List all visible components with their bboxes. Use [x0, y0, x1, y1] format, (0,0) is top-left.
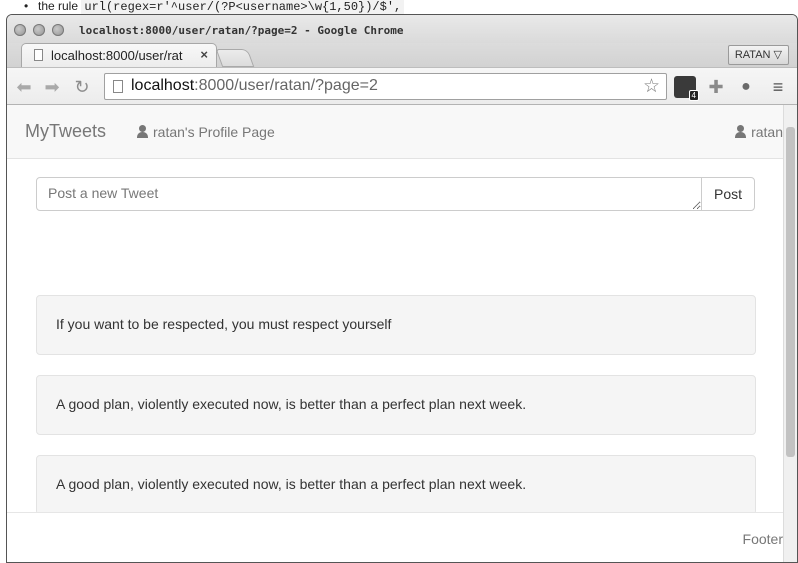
profile-page-link[interactable]: ratan's Profile Page	[137, 124, 275, 140]
app-navbar: MyTweets ratan's Profile Page ratan	[7, 105, 783, 159]
address-bar[interactable]: localhost:8000/user/ratan/?page=2 ☆	[104, 73, 667, 100]
browser-window: localhost:8000/user/ratan/?page=2 - Goog…	[6, 14, 798, 563]
window-maximize-button[interactable]	[52, 24, 64, 36]
snippet-text: the rule url(regex=r'^user/(?P<username>…	[38, 0, 405, 14]
extension-badge: 4	[688, 90, 699, 101]
tweet-text: A good plan, violently executed now, is …	[56, 476, 527, 492]
tweet-input[interactable]	[36, 177, 702, 211]
forward-arrow-icon[interactable]: ➡	[41, 76, 63, 98]
snippet-prefix: the rule	[38, 0, 79, 13]
snippet-code: url(regex=r'^user/(?P<username>\w{1,50})…	[81, 0, 405, 14]
post-button[interactable]: Post	[701, 177, 755, 211]
browser-toolbar: ⬅ ➡ ↻ localhost:8000/user/ratan/?page=2 …	[7, 67, 797, 105]
menu-icon[interactable]: ≡	[767, 76, 789, 98]
url-host: localhost	[131, 77, 195, 94]
user-icon	[137, 125, 148, 138]
url-text[interactable]: localhost:8000/user/ratan/?page=2	[131, 77, 378, 95]
page-icon	[34, 49, 43, 61]
window-title: localhost:8000/user/ratan/?page=2 - Goog…	[79, 24, 404, 37]
title-bar: localhost:8000/user/ratan/?page=2 - Goog…	[7, 15, 797, 45]
tweet-card: If you want to be respected, you must re…	[36, 295, 756, 355]
scrollbar-thumb[interactable]	[786, 127, 795, 457]
footer: Footer	[7, 512, 783, 562]
new-tab-button[interactable]	[215, 49, 255, 67]
window-close-button[interactable]	[14, 24, 26, 36]
document-snippet: • the rule url(regex=r'^user/(?P<usernam…	[0, 0, 798, 14]
user-link[interactable]: ratan	[735, 124, 783, 140]
vertical-scrollbar[interactable]	[783, 105, 797, 562]
window-minimize-button[interactable]	[33, 24, 45, 36]
url-path: :8000/user/ratan/?page=2	[194, 77, 378, 94]
back-arrow-icon[interactable]: ⬅	[13, 76, 35, 98]
page-viewport: MyTweets ratan's Profile Page ratan Post…	[7, 105, 783, 562]
tab-bar: localhost:8000/user/rat × RATAN ▽	[7, 43, 797, 67]
tab-title: localhost:8000/user/rat	[51, 48, 183, 63]
brand-link[interactable]: MyTweets	[25, 121, 106, 142]
tweet-card: A good plan, violently executed now, is …	[36, 455, 756, 515]
tweet-card: A good plan, violently executed now, is …	[36, 375, 756, 435]
user-icon	[735, 125, 747, 138]
user-label: ratan	[751, 124, 783, 140]
footer-text: Footer	[742, 531, 783, 547]
tweet-form: Post	[36, 177, 755, 211]
puzzle-extension-icon[interactable]: ✚	[705, 76, 727, 98]
tweet-text: A good plan, violently executed now, is …	[56, 396, 527, 412]
profile-page-label: ratan's Profile Page	[153, 124, 275, 140]
profile-button[interactable]: RATAN ▽	[727, 45, 789, 65]
tab-active[interactable]: localhost:8000/user/rat ×	[21, 43, 217, 67]
tweet-text: If you want to be respected, you must re…	[56, 316, 392, 332]
tab-close-icon[interactable]: ×	[200, 47, 208, 62]
page-icon	[113, 80, 123, 93]
balloon-extension-icon[interactable]: ●	[735, 76, 757, 98]
bullet: •	[24, 0, 29, 13]
extension-icon[interactable]: 4	[674, 76, 699, 101]
reload-icon[interactable]: ↻	[71, 76, 93, 98]
bookmark-star-icon[interactable]: ☆	[643, 75, 660, 98]
